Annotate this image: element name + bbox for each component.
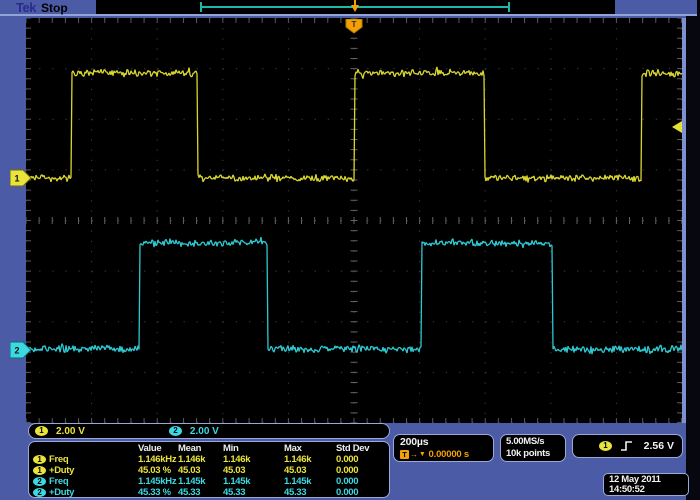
channel-readout-bar: 1 2.00 V 2 2.00 V [28, 423, 390, 439]
measurement-header-row: Value Mean Min Max Std Dev [29, 443, 389, 454]
measurement-min: 1.145k [223, 476, 284, 487]
measurement-value: 1.146kHz [138, 454, 178, 465]
record-view-bar [96, 0, 615, 14]
trigger-position-flag-icon: T [345, 19, 363, 34]
trigger-readout: 1 2.56 V [572, 434, 683, 458]
measurement-min: 45.33 [223, 487, 284, 498]
trigger-delay-readout: T → ▼ 0.00000 s [400, 449, 493, 460]
record-window-right-bracket [508, 2, 510, 12]
row-channel-badge: 1 [33, 455, 46, 464]
measurement-mean: 45.03 [178, 465, 223, 476]
ch1-scale-readout: 2.00 V [56, 426, 85, 437]
measurement-stddev: 0.000 [336, 454, 389, 465]
measurement-name: Freq [49, 454, 138, 465]
top-bar: Tek Stop [0, 0, 697, 16]
horizontal-readout: 200µs T → ▼ 0.00000 s [393, 434, 494, 462]
col-header-value: Value [138, 443, 178, 454]
waveform-display [26, 18, 682, 423]
arrow-right-icon: → [410, 450, 418, 459]
tek-logo: Tek [16, 0, 36, 15]
measurement-min: 1.146k [223, 454, 284, 465]
trigger-level-value: 2.56 V [644, 440, 674, 452]
measurement-min: 45.03 [223, 465, 284, 476]
center-marker-icon: ▼ [419, 451, 426, 458]
row-channel-badge: 2 [33, 488, 46, 497]
svg-text:T: T [352, 20, 357, 29]
measurement-mean: 45.33 [178, 487, 223, 498]
datetime-readout: 12 May 2011 14:50:52 [603, 473, 689, 496]
right-margin [686, 0, 700, 500]
oscilloscope-screen: Tek Stop T 1 2 1 2.00 V 2 2.00 V [0, 0, 700, 500]
measurement-name: Freq [49, 476, 138, 487]
trigger-t-icon: T [400, 450, 409, 459]
measurement-max: 1.146k [284, 454, 336, 465]
ch1-badge: 1 [35, 426, 48, 436]
timebase-scale: 200µs [400, 436, 493, 448]
measurement-max: 45.03 [284, 465, 336, 476]
measurement-max: 1.145k [284, 476, 336, 487]
trigger-source-badge: 1 [599, 441, 612, 451]
measurement-row: 1 Freq 1.146kHz 1.146k 1.146k 1.146k 0.0… [29, 454, 389, 465]
measurement-stddev: 0.000 [336, 465, 389, 476]
row-channel-badge: 1 [33, 466, 46, 475]
svg-text:2: 2 [14, 346, 19, 356]
col-header-min: Min [223, 443, 284, 454]
ch1-ground-marker: 1 [10, 169, 32, 187]
measurement-value: 45.03 % [138, 465, 178, 476]
measurement-mean: 1.145k [178, 476, 223, 487]
col-header-max: Max [284, 443, 336, 454]
time-label: 14:50:52 [609, 485, 688, 495]
measurement-table: Value Mean Min Max Std Dev 1 Freq 1.146k… [28, 441, 390, 498]
measurement-value: 45.33 % [138, 487, 178, 498]
measurement-row: 2 +Duty 45.33 % 45.33 45.33 45.33 0.000 [29, 487, 389, 498]
record-length: 10k points [506, 448, 565, 460]
measurement-mean: 1.146k [178, 454, 223, 465]
ch2-badge: 2 [169, 426, 182, 436]
trigger-delay-value: 0.00000 s [429, 449, 469, 460]
measurement-name: +Duty [49, 487, 138, 498]
ch2-scale-readout: 2.00 V [190, 426, 219, 437]
measurement-value: 1.145kHz [138, 476, 178, 487]
sample-rate: 5.00MS/s [506, 436, 565, 448]
measurement-stddev: 0.000 [336, 487, 389, 498]
ch2-ground-marker: 2 [10, 341, 32, 359]
col-header-stddev: Std Dev [336, 443, 389, 454]
graticule-right-border [682, 18, 686, 423]
col-header-mean: Mean [178, 443, 223, 454]
measurement-name: +Duty [49, 465, 138, 476]
measurement-row: 2 Freq 1.145kHz 1.145k 1.145k 1.145k 0.0… [29, 476, 389, 487]
acquisition-readout: 5.00MS/s 10k points [500, 434, 566, 462]
acquisition-status: Stop [41, 1, 68, 15]
graticule [26, 18, 682, 423]
measurement-stddev: 0.000 [336, 476, 389, 487]
svg-text:1: 1 [14, 174, 19, 184]
rising-edge-icon [620, 439, 634, 453]
record-trigger-arrow-icon [351, 5, 359, 12]
measurement-max: 45.33 [284, 487, 336, 498]
measurement-row: 1 +Duty 45.03 % 45.03 45.03 45.03 0.000 [29, 465, 389, 476]
row-channel-badge: 2 [33, 477, 46, 486]
